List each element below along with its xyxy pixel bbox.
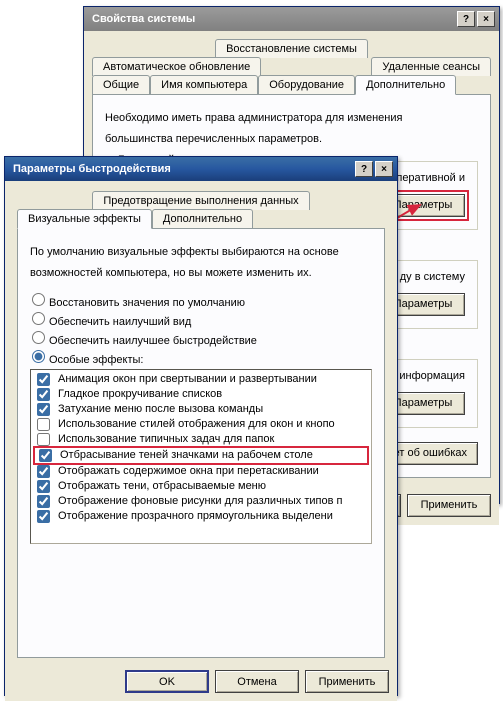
radio-label: Обеспечить наилучшее быстродействие [49,335,257,347]
effect-checkbox[interactable] [37,480,50,493]
effect-check-row[interactable]: Отображение прозрачного прямоугольника в… [33,509,369,524]
effect-check-row[interactable]: Отображать тени, отбрасываемые меню [33,479,369,494]
radio-label: Особые эффекты: [49,354,143,366]
help-button[interactable]: ? [457,11,475,27]
effect-check-row[interactable]: Отбрасывание теней значками на рабочем с… [33,446,369,465]
effects-radio-option[interactable]: Особые эффекты: [30,350,372,366]
effect-checkbox[interactable] [37,465,50,478]
effect-check-row[interactable]: Использование стилей отображения для око… [33,417,369,432]
effect-label: Отображать содержимое окна при перетаски… [58,465,319,477]
help-button[interactable]: ? [355,161,373,177]
tab-general[interactable]: Общие [92,75,150,95]
bg-apply-button[interactable]: Применить [407,494,491,517]
radio-label: Восстановить значения по умолчанию [49,297,245,309]
effect-checkbox[interactable] [37,433,50,446]
radio-input[interactable] [32,293,45,306]
effect-checkbox[interactable] [39,449,52,462]
tab-dep[interactable]: Предотвращение выполнения данных [92,191,309,210]
close-button[interactable]: × [375,161,393,177]
ok-button[interactable]: OK [125,670,209,693]
effect-label: Анимация окон при свертывании и разверты… [58,373,317,385]
effect-check-row[interactable]: Гладкое прокручивание списков [33,387,369,402]
fg-tabpanel: По умолчанию визуальные эффекты выбирают… [17,228,385,658]
effect-label: Отображение фоновые рисунки для различны… [58,495,342,507]
bg-desc2: большинства перечисленных параметров. [105,132,478,147]
fg-titlebar: Параметры быстродействия ? × [5,157,397,181]
tab-hardware[interactable]: Оборудование [258,75,355,95]
effects-checklist[interactable]: Анимация окон при свертывании и разверты… [30,369,372,544]
effect-label: Затухание меню после вызова команды [58,403,263,415]
effect-label: Отбрасывание теней значками на рабочем с… [60,449,313,461]
radio-input[interactable] [32,312,45,325]
effect-label: Гладкое прокручивание списков [58,388,222,400]
bg-titlebar: Свойства системы ? × [84,7,499,31]
tab-system-restore[interactable]: Восстановление системы [215,39,368,58]
effect-label: Отображать тени, отбрасываемые меню [58,480,266,492]
cancel-button[interactable]: Отмена [215,670,299,693]
effects-radio-option[interactable]: Восстановить значения по умолчанию [30,293,372,309]
tab-remote[interactable]: Удаленные сеансы [371,57,491,76]
fg-dialog-buttons: OK Отмена Применить [5,662,397,701]
bg-desc1: Необходимо иметь права администратора дл… [105,111,478,126]
tab-visual-effects[interactable]: Визуальные эффекты [17,209,152,229]
radio-input[interactable] [32,331,45,344]
effect-check-row[interactable]: Отображение фоновые рисунки для различны… [33,494,369,509]
effect-label: Использование стилей отображения для око… [58,418,335,430]
fg-window-title: Параметры быстродействия [13,163,355,175]
fg-desc2: возможностей компьютера, но вы можете из… [30,266,372,281]
close-button[interactable]: × [477,11,495,27]
effect-checkbox[interactable] [37,418,50,431]
tab-advanced[interactable]: Дополнительно [355,75,456,95]
tab-auto-update[interactable]: Автоматическое обновление [92,57,261,76]
effect-checkbox[interactable] [37,510,50,523]
effects-radio-option[interactable]: Обеспечить наилучшее быстродействие [30,331,372,347]
effects-radio-option[interactable]: Обеспечить наилучший вид [30,312,372,328]
radio-input[interactable] [32,350,45,363]
effect-check-row[interactable]: Использование типичных задач для папок [33,432,369,447]
effect-checkbox[interactable] [37,388,50,401]
tab-advanced-perf[interactable]: Дополнительно [152,209,253,229]
effect-check-row[interactable]: Анимация окон при свертывании и разверты… [33,372,369,387]
effect-label: Отображение прозрачного прямоугольника в… [58,510,333,522]
effect-label: Использование типичных задач для папок [58,433,274,445]
fg-window-body: Предотвращение выполнения данных Визуаль… [5,181,397,662]
effect-check-row[interactable]: Отображать содержимое окна при перетаски… [33,464,369,479]
effect-checkbox[interactable] [37,403,50,416]
effect-check-row[interactable]: Затухание меню после вызова команды [33,402,369,417]
effect-checkbox[interactable] [37,373,50,386]
radio-label: Обеспечить наилучший вид [49,316,191,328]
performance-options-window: Параметры быстродействия ? × Предотвраще… [4,156,398,696]
effect-checkbox[interactable] [37,495,50,508]
tab-computer-name[interactable]: Имя компьютера [150,75,258,95]
fg-desc1: По умолчанию визуальные эффекты выбирают… [30,245,372,260]
bg-window-title: Свойства системы [92,13,457,25]
apply-button[interactable]: Применить [305,670,389,693]
